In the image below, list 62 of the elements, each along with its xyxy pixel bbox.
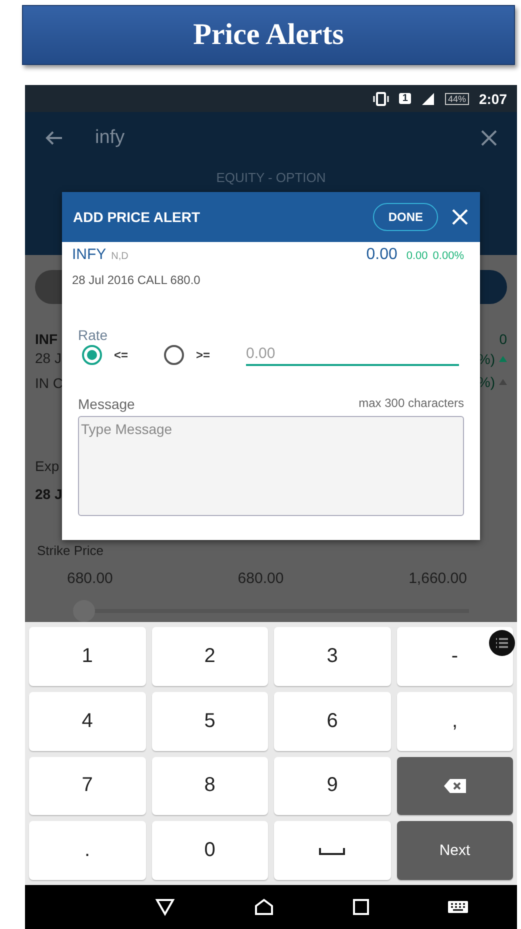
rate-label: Rate — [78, 327, 109, 343]
keyboard-key[interactable]: 3 — [274, 627, 390, 686]
exchange-text: N,D — [111, 251, 130, 262]
keyboard-key[interactable]: 4 — [29, 692, 146, 750]
keyboard-key[interactable]: . — [29, 821, 146, 880]
keyboard-key[interactable]: - — [396, 627, 513, 686]
keyboard-key[interactable]: 8 — [152, 756, 268, 816]
backspace-icon — [444, 778, 466, 793]
symbol-text: INFY — [72, 246, 106, 263]
signal-icon — [420, 92, 435, 106]
dialog-title: ADD PRICE ALERT — [73, 209, 202, 225]
up-triangle-icon — [499, 378, 507, 385]
keyboard-key[interactable]: 5 — [152, 692, 268, 750]
done-button[interactable]: DONE — [373, 203, 438, 231]
strike-value: 680.00 — [238, 570, 284, 588]
battery-indicator: 44% — [444, 92, 469, 104]
strike-price-label: Strike Price — [37, 543, 104, 558]
keyboard-key[interactable]: 6 — [274, 692, 390, 750]
keyboard-key[interactable]: 1 — [29, 627, 146, 686]
list-text: 28 J — [35, 486, 62, 502]
slider-thumb[interactable] — [73, 600, 95, 622]
title-banner: Price Alerts — [22, 5, 515, 65]
operator-label: >= — [196, 348, 210, 362]
list-text: 28 J — [35, 350, 62, 366]
close-button[interactable] — [452, 209, 468, 225]
space-icon — [319, 846, 346, 855]
change-text: 0.00 — [406, 250, 428, 262]
operator-label: <= — [114, 348, 128, 362]
list-text: 0 — [499, 330, 507, 347]
keyboard-key[interactable]: , — [396, 692, 513, 750]
list-text: INF — [35, 330, 58, 347]
list-text: IN C — [35, 374, 63, 391]
sim-indicator: 1 — [399, 93, 411, 104]
back-nav-icon[interactable] — [154, 898, 174, 916]
next-key[interactable]: Next — [396, 821, 513, 880]
vibrate-icon — [373, 92, 390, 106]
keyboard-key[interactable]: 0 — [152, 821, 268, 880]
list-text: Exp — [35, 458, 60, 474]
segment-label: EQUITY - OPTION — [215, 170, 327, 185]
message-field[interactable]: Type Message — [78, 416, 464, 516]
strike-value: 1,660.00 — [408, 570, 467, 588]
close-icon[interactable] — [481, 130, 497, 146]
up-triangle-icon — [499, 356, 507, 362]
clock: 2:07 — [478, 90, 507, 106]
radio-button[interactable] — [164, 344, 184, 364]
message-hint: max 300 characters — [358, 396, 464, 412]
search-field[interactable]: infy — [95, 127, 449, 149]
back-icon[interactable] — [45, 130, 63, 146]
list-icon — [495, 637, 509, 649]
home-icon[interactable] — [254, 898, 274, 916]
recents-icon[interactable] — [352, 899, 368, 915]
contract-text: 28 Jul 2016 CALL 680.0 — [72, 273, 202, 287]
radio-button[interactable] — [82, 344, 102, 364]
keyboard-key[interactable]: 9 — [274, 756, 390, 816]
backspace-key[interactable] — [396, 756, 513, 816]
price-text: 0.00 — [366, 246, 398, 264]
strike-value: 680.00 — [67, 570, 113, 588]
keyboard-key[interactable]: 7 — [29, 756, 146, 816]
keyboard-key[interactable]: 2 — [152, 627, 268, 686]
keyboard-icon[interactable] — [448, 901, 468, 913]
message-label: Message — [78, 396, 135, 412]
change-percent-text: 0.00% — [432, 250, 464, 262]
